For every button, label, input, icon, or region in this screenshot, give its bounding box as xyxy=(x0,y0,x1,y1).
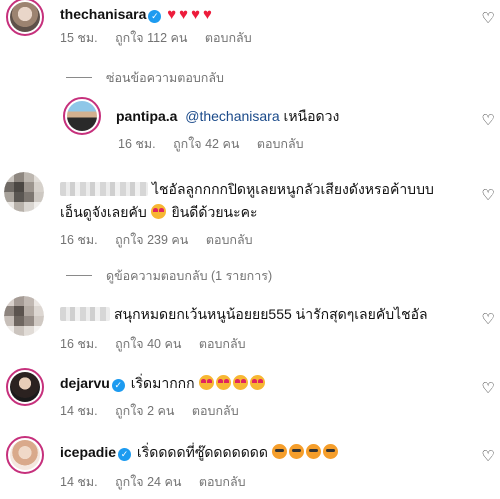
avatar[interactable] xyxy=(4,296,44,336)
heart-outline-icon[interactable]: ♡ xyxy=(481,11,495,26)
avatar[interactable] xyxy=(6,0,44,36)
comment-text: สนุกหมดยกเว้นหนูน้อยยย555 น่ารักสุดๆเลยค… xyxy=(114,306,428,322)
reply-button[interactable]: ตอบกลับ xyxy=(257,137,304,151)
heart-emojis: ♥♥♥♥ xyxy=(167,6,215,23)
heart-outline-icon[interactable]: ♡ xyxy=(481,188,495,203)
username[interactable]: thechanisara xyxy=(60,6,146,22)
partying-face-emoji xyxy=(288,444,304,459)
heart-eyes-emoji xyxy=(215,375,231,390)
comment-text: ไชอัลลูกกกกปิดหูเลยหนูกลัวเสียงดังหรอค้า… xyxy=(152,181,434,197)
heart-outline-icon[interactable]: ♡ xyxy=(481,449,495,464)
heart-outline-icon[interactable]: ♡ xyxy=(481,312,495,327)
comment-text-line2: เอ็นดูจังเลยคับ xyxy=(60,204,147,220)
avatar[interactable] xyxy=(4,172,44,212)
verified-badge-icon: ✓ xyxy=(111,379,125,392)
partying-face-emoji xyxy=(322,444,338,459)
heart-outline-icon[interactable]: ♡ xyxy=(481,381,495,396)
comment-text: เหนือดวง xyxy=(283,108,340,124)
avatar[interactable] xyxy=(6,436,44,474)
divider xyxy=(66,275,92,276)
verified-badge-icon: ✓ xyxy=(118,448,132,461)
mention-link[interactable]: @thechanisara xyxy=(185,108,279,124)
blurred-username[interactable] xyxy=(60,182,148,196)
comment-time: 14 ชม. xyxy=(60,475,98,489)
likes-count[interactable]: ถูกใจ 239 คน xyxy=(115,233,188,247)
comment-time: 15 ชม. xyxy=(60,31,98,45)
likes-count[interactable]: ถูกใจ 24 คน xyxy=(115,475,181,489)
comment-time: 16 ชม. xyxy=(118,137,156,151)
likes-count[interactable]: ถูกใจ 112 คน xyxy=(115,31,187,45)
partying-face-emoji xyxy=(271,444,287,459)
heart-eyes-emoji xyxy=(232,375,248,390)
comment-text-line2b: ยินดีด้วยนะคะ xyxy=(171,204,258,220)
username[interactable]: dejarvu xyxy=(60,375,110,391)
username[interactable]: pantipa.a xyxy=(116,108,177,124)
username[interactable]: icepadie xyxy=(60,444,116,460)
likes-count[interactable]: ถูกใจ 40 คน xyxy=(115,337,181,351)
verified-badge-icon: ✓ xyxy=(148,10,162,23)
blurred-avatar xyxy=(4,172,44,212)
reply-button[interactable]: ตอบกลับ xyxy=(206,233,253,247)
divider xyxy=(66,77,92,78)
heart-eyes-emoji xyxy=(249,375,265,390)
avatar[interactable] xyxy=(63,97,101,135)
reply-button[interactable]: ตอบกลับ xyxy=(199,337,246,351)
avatar[interactable] xyxy=(6,368,44,406)
heart-eyes-emoji xyxy=(198,375,214,390)
heart-outline-icon[interactable]: ♡ xyxy=(481,113,495,128)
comment-time: 16 ชม. xyxy=(60,337,98,351)
blurred-username[interactable] xyxy=(60,307,110,321)
reply-button[interactable]: ตอบกลับ xyxy=(199,475,246,489)
comment-text: เริ่ดมากกก xyxy=(130,375,195,391)
partying-face-emoji xyxy=(305,444,321,459)
heart-eyes-emoji xyxy=(150,204,166,219)
comment-text: เริ่ดดดดที่ซู๊ดดดดดดด xyxy=(136,444,268,460)
blurred-avatar xyxy=(4,296,44,336)
reply-button[interactable]: ตอบกลับ xyxy=(205,31,252,45)
comment-time: 16 ชม. xyxy=(60,233,98,247)
reply-button[interactable]: ตอบกลับ xyxy=(192,404,239,418)
hide-replies-toggle[interactable]: ซ่อนข้อความตอบกลับ xyxy=(66,68,224,88)
comment-time: 14 ชม. xyxy=(60,404,98,418)
view-replies-toggle[interactable]: ดูข้อความตอบกลับ (1 รายการ) xyxy=(66,266,272,286)
likes-count[interactable]: ถูกใจ 42 คน xyxy=(173,137,239,151)
likes-count[interactable]: ถูกใจ 2 คน xyxy=(115,404,174,418)
